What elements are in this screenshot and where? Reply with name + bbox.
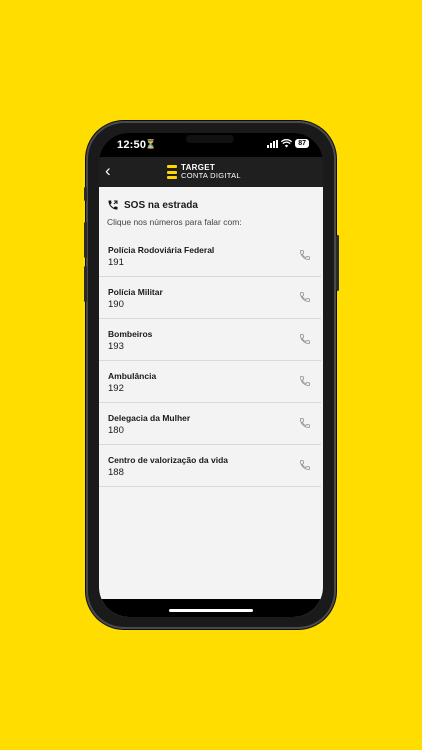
contact-number: 192 <box>108 383 124 394</box>
contact-name: Polícia Militar <box>108 287 163 297</box>
contact-list: Polícia Rodoviária Federal 191 Polícia M… <box>99 235 321 487</box>
phone-icon[interactable] <box>299 459 311 471</box>
mute-switch <box>84 187 87 201</box>
phone-call-icon <box>108 200 118 210</box>
wifi-icon <box>281 139 293 148</box>
contact-item[interactable]: Polícia Militar 190 <box>99 277 321 319</box>
activity-icon: ⏳ <box>145 139 157 149</box>
app-logo: TARGET CONTA DIGITAL <box>167 164 241 180</box>
status-icons: 87 <box>267 139 309 148</box>
contact-item[interactable]: Polícia Rodoviária Federal 191 <box>99 235 321 277</box>
page-subtitle: Clique nos números para falar com: <box>107 217 242 227</box>
contact-number: 190 <box>108 299 124 310</box>
page-header: SOS na estrada <box>107 199 198 211</box>
page-title: SOS na estrada <box>124 199 198 211</box>
main-content: SOS na estrada Clique nos números para f… <box>99 187 323 617</box>
contact-item[interactable]: Ambulância 192 <box>99 361 321 403</box>
phone-icon[interactable] <box>299 291 311 303</box>
logo-mark-icon <box>167 165 177 179</box>
contact-item[interactable]: Delegacia da Mulher 180 <box>99 403 321 445</box>
volume-down-button <box>84 266 87 302</box>
status-bar: 12:50 ⏳ 87 <box>99 133 323 157</box>
contact-name: Polícia Rodoviária Federal <box>108 245 215 255</box>
power-button <box>336 235 339 291</box>
logo-line2: CONTA DIGITAL <box>181 171 241 180</box>
bottom-bezel-area <box>99 599 323 617</box>
contact-number: 191 <box>108 257 124 268</box>
contact-name: Centro de valorização da vida <box>108 455 228 465</box>
contact-name: Bombeiros <box>108 329 153 339</box>
phone-icon[interactable] <box>299 417 311 429</box>
screen: 12:50 ⏳ 87 ‹ TARGET CONTA DIGITAL SOS na… <box>99 133 323 617</box>
battery-indicator: 87 <box>295 139 309 148</box>
contact-name: Delegacia da Mulher <box>108 413 191 423</box>
contact-number: 193 <box>108 341 124 352</box>
dynamic-island <box>186 135 234 143</box>
phone-icon[interactable] <box>299 333 311 345</box>
contact-item[interactable]: Centro de valorização da vida 188 <box>99 445 321 487</box>
phone-icon[interactable] <box>299 375 311 387</box>
status-time: 12:50 <box>117 139 147 151</box>
volume-up-button <box>84 222 87 258</box>
home-indicator[interactable] <box>169 609 253 612</box>
contact-number: 180 <box>108 425 124 436</box>
contact-name: Ambulância <box>108 371 157 381</box>
back-button[interactable]: ‹ <box>105 162 121 181</box>
contact-item[interactable]: Bombeiros 193 <box>99 319 321 361</box>
signal-icon <box>267 139 279 148</box>
phone-icon[interactable] <box>299 249 311 261</box>
contact-number: 188 <box>108 467 124 478</box>
app-bar: ‹ TARGET CONTA DIGITAL <box>99 157 323 187</box>
